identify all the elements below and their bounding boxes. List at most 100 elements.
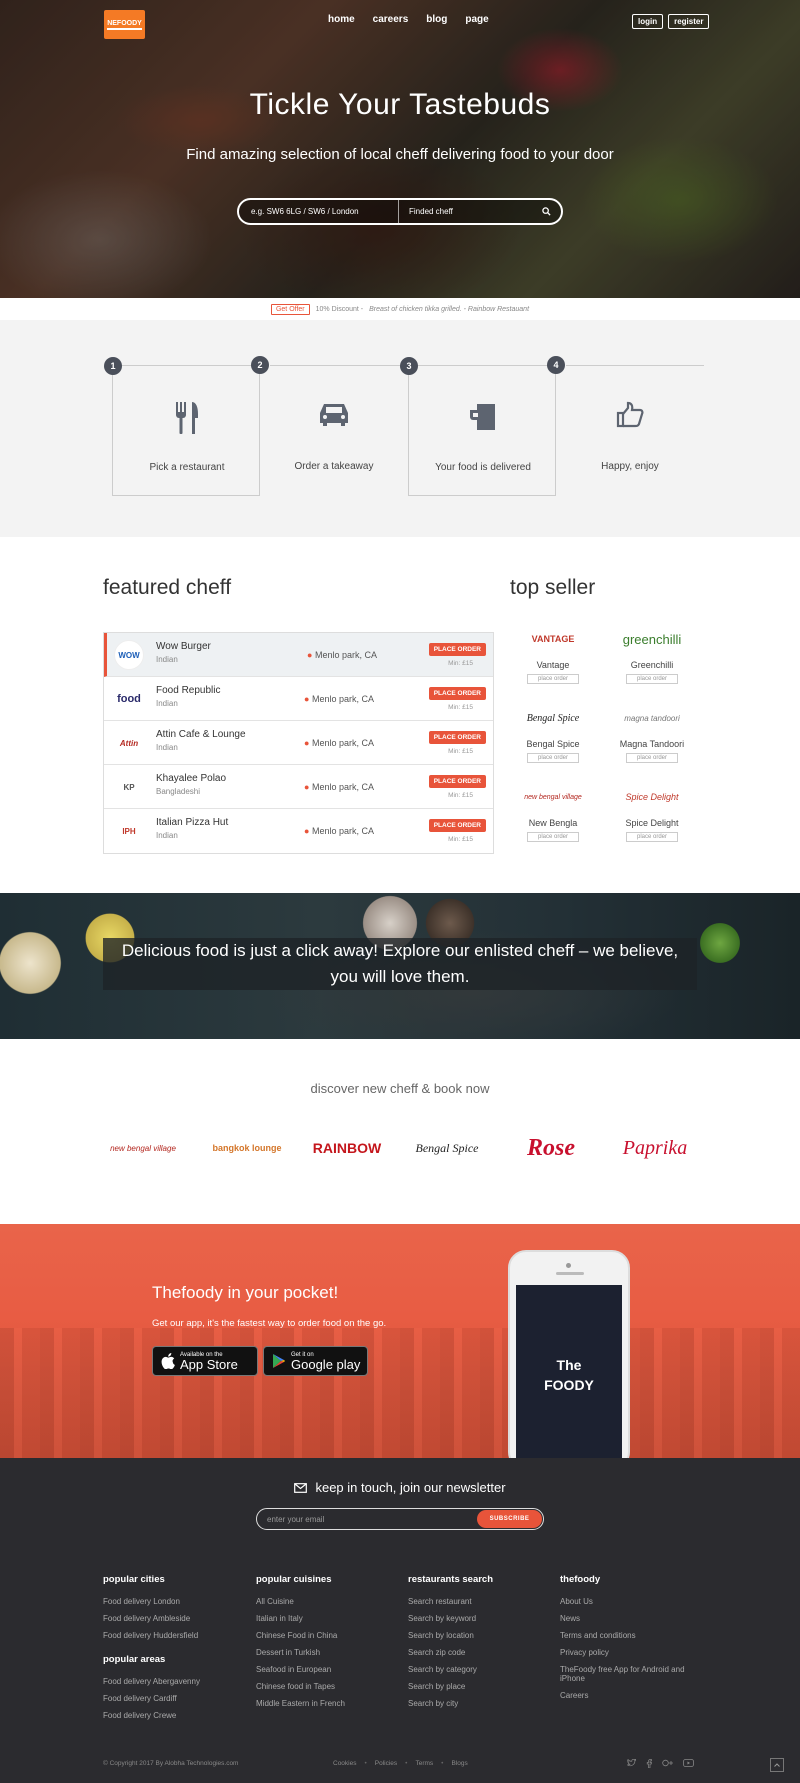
footer-link[interactable]: Food delivery Ambleside xyxy=(103,1614,253,1623)
footer-link[interactable]: Middle Eastern in French xyxy=(256,1699,406,1708)
footer-link[interactable]: Food delivery Cardiff xyxy=(103,1694,253,1703)
footer-link[interactable]: Terms and conditions xyxy=(560,1631,695,1640)
footer-link[interactable]: Dessert in Turkish xyxy=(256,1648,406,1657)
restaurant-name[interactable]: Attin Cafe & Lounge xyxy=(156,729,246,740)
facebook-icon[interactable] xyxy=(646,1759,652,1770)
get-offer-badge[interactable]: Get Offer xyxy=(270,303,310,315)
seller-place-order-button[interactable]: place order xyxy=(626,832,678,842)
footer-link[interactable]: Italian in Italy xyxy=(256,1614,406,1623)
featured-row[interactable]: WOW Wow Burger Indian ● Menlo park, CA P… xyxy=(104,633,493,677)
restaurant-name[interactable]: Food Republic xyxy=(156,685,220,696)
login-button[interactable]: login xyxy=(632,14,664,29)
logo-text: NEFOODY xyxy=(107,20,142,30)
top-seller-item[interactable]: Bengal Spice Bengal Spice place order xyxy=(513,697,593,773)
seller-place-order-button[interactable]: place order xyxy=(527,753,579,763)
top-seller-item[interactable]: Spice Delight Spice Delight place order xyxy=(612,776,692,852)
phone-screen: The FOODY xyxy=(516,1285,622,1458)
nav-careers[interactable]: careers xyxy=(373,14,409,25)
footer-link[interactable]: Search by location xyxy=(408,1631,558,1640)
location-text: Menlo park, CA xyxy=(314,650,377,660)
footer-link[interactable]: Chinese food in Tapes xyxy=(256,1682,406,1691)
place-order-button[interactable]: PLACE ORDER xyxy=(428,775,486,788)
how-it-works: 1 Pick a restaurant 2 Order a takeaway 3… xyxy=(0,320,800,537)
footer-link[interactable]: Careers xyxy=(560,1691,695,1700)
footer-link[interactable]: All Cuisine xyxy=(256,1597,406,1606)
footer-link[interactable]: Privacy policy xyxy=(560,1648,695,1657)
nav-page[interactable]: page xyxy=(465,14,488,25)
social-links xyxy=(626,1758,694,1770)
footer-link[interactable]: Search restaurant xyxy=(408,1597,558,1606)
footer-link[interactable]: News xyxy=(560,1614,695,1623)
map-pin-icon: ● xyxy=(304,782,310,792)
seller-place-order-button[interactable]: place order xyxy=(527,674,579,684)
cookies-link[interactable]: Cookies xyxy=(333,1760,356,1767)
terms-link[interactable]: Terms xyxy=(415,1760,433,1767)
featured-row[interactable]: IPH Italian Pizza Hut Indian ● Menlo par… xyxy=(104,809,493,853)
email-input[interactable] xyxy=(257,1514,477,1524)
top-seller-item[interactable]: VANTAGE Vantage place order xyxy=(513,618,593,694)
google-play-icon xyxy=(273,1354,285,1368)
seller-place-order-button[interactable]: place order xyxy=(527,832,579,842)
google-plus-icon[interactable] xyxy=(662,1759,673,1770)
top-seller-item[interactable]: new bengal village New Bengla place orde… xyxy=(513,776,593,852)
footer-link[interactable]: Search by city xyxy=(408,1699,558,1708)
nav-blog[interactable]: blog xyxy=(426,14,447,25)
chef-search-input[interactable] xyxy=(399,200,531,223)
register-button[interactable]: register xyxy=(668,14,710,29)
back-to-top-button[interactable] xyxy=(770,1758,784,1772)
seller-place-order-button[interactable]: place order xyxy=(626,753,678,763)
blogs-link[interactable]: Blogs xyxy=(451,1760,467,1767)
partner-logo[interactable]: Bengal Spice xyxy=(408,1128,486,1168)
footer-link[interactable]: Search by category xyxy=(408,1665,558,1674)
place-order-button[interactable]: PLACE ORDER xyxy=(428,687,486,700)
footer-link[interactable]: Food delivery Huddersfield xyxy=(103,1631,253,1640)
google-play-button[interactable]: Get it on Google play xyxy=(263,1346,368,1376)
site-logo[interactable]: NEFOODY xyxy=(104,10,145,39)
footer-link[interactable]: Food delivery London xyxy=(103,1597,253,1606)
footer-link[interactable]: Search zip code xyxy=(408,1648,558,1657)
policies-link[interactable]: Policies xyxy=(375,1760,397,1767)
footer-col-thefoody: thefoody About Us News Terms and conditi… xyxy=(560,1574,695,1708)
footer-col-search: restaurants search Search restaurant Sea… xyxy=(408,1574,558,1716)
restaurant-cuisine: Indian xyxy=(156,699,178,708)
youtube-icon[interactable] xyxy=(683,1759,694,1770)
partner-logo[interactable]: new bengal village xyxy=(103,1128,183,1168)
featured-row[interactable]: Attin Attin Cafe & Lounge Indian ● Menlo… xyxy=(104,721,493,765)
top-seller-item[interactable]: magna tandoori Magna Tandoori place orde… xyxy=(612,697,692,773)
envelope-icon xyxy=(294,1482,308,1493)
partner-logo[interactable]: bangkok lounge xyxy=(205,1128,289,1168)
footer-link[interactable]: About Us xyxy=(560,1597,695,1606)
seller-logo: new bengal village xyxy=(524,793,582,801)
partner-logo[interactable]: Paprika xyxy=(613,1128,697,1168)
footer-link[interactable]: Search by keyword xyxy=(408,1614,558,1623)
featured-row[interactable]: food Food Republic Indian ● Menlo park, … xyxy=(104,677,493,721)
city-background xyxy=(0,1328,800,1458)
place-order-button[interactable]: PLACE ORDER xyxy=(428,731,486,744)
restaurant-name[interactable]: Khayalee Polao xyxy=(156,773,226,784)
seller-place-order-button[interactable]: place order xyxy=(626,674,678,684)
featured-row[interactable]: KP Khayalee Polao Bangladeshi ● Menlo pa… xyxy=(104,765,493,809)
place-order-button[interactable]: PLACE ORDER xyxy=(428,819,486,832)
restaurant-name[interactable]: Italian Pizza Hut xyxy=(156,817,228,828)
partner-logo[interactable]: Rose xyxy=(511,1128,591,1168)
app-description: Get our app, it's the fastest way to ord… xyxy=(152,1318,387,1329)
footer-link[interactable]: Food delivery Crewe xyxy=(103,1711,253,1720)
postcode-input[interactable] xyxy=(239,200,399,223)
newsletter-title-text: keep in touch, join our newsletter xyxy=(315,1480,506,1495)
discover-title: discover new cheff & book now xyxy=(310,1081,490,1096)
footer-link[interactable]: Seafood in European xyxy=(256,1665,406,1674)
app-store-button[interactable]: Available on the App Store xyxy=(152,1346,258,1376)
footer-link[interactable]: TheFoody free App for Android and iPhone xyxy=(560,1665,695,1683)
subscribe-button[interactable]: SUBSCRIBE xyxy=(477,1510,542,1528)
footer-link[interactable]: Chinese Food in China xyxy=(256,1631,406,1640)
footer-link[interactable]: Search by place xyxy=(408,1682,558,1691)
nav-home[interactable]: home xyxy=(328,14,355,25)
restaurant-name[interactable]: Wow Burger xyxy=(156,641,211,652)
footer-link[interactable]: Food delivery Abergavenny xyxy=(103,1677,253,1686)
partner-logo[interactable]: RAINBOW xyxy=(306,1128,388,1168)
search-icon[interactable] xyxy=(531,207,561,216)
twitter-icon[interactable] xyxy=(626,1758,637,1770)
place-order-button[interactable]: PLACE ORDER xyxy=(428,643,486,656)
top-seller-item[interactable]: greenchilli Greenchilli place order xyxy=(612,618,692,694)
separator: • xyxy=(441,1760,444,1767)
